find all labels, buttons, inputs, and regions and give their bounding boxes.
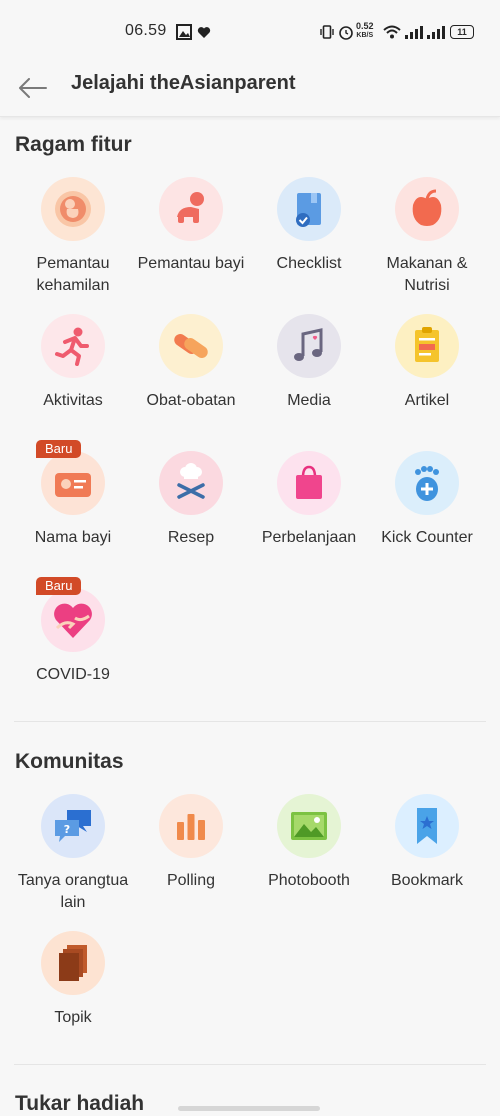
section-title-ragam-fitur: Ragam fitur	[15, 133, 132, 156]
community-label: Tanya orangtua lain	[17, 872, 129, 911]
net-speed-value: 0.52	[356, 21, 374, 31]
community-polling[interactable]: Polling	[132, 785, 250, 922]
section-title-tukar-hadiah: Tukar hadiah	[15, 1092, 145, 1115]
back-button[interactable]	[16, 71, 50, 105]
new-badge: Baru	[36, 440, 82, 458]
footprint-icon	[395, 451, 459, 515]
community-tanya-orangtua[interactable]: ? Tanya orangtua lain	[14, 785, 132, 922]
community-label: Photobooth	[268, 872, 350, 889]
status-bar: 06.59 0.52 KB/S 11	[0, 0, 500, 62]
community-label: Polling	[166, 872, 216, 889]
home-indicator[interactable]	[178, 1106, 320, 1111]
running-icon	[41, 314, 105, 378]
svg-text:?: ?	[64, 823, 70, 836]
new-badge: Baru	[36, 577, 82, 595]
community-label: Bookmark	[390, 872, 464, 889]
battery-level: 11	[457, 27, 467, 37]
feature-pemantau-bayi[interactable]: Pemantau bayi	[132, 168, 250, 305]
community-photobooth[interactable]: Photobooth	[250, 785, 368, 922]
stacked-pages-icon	[41, 931, 105, 995]
back-arrow-icon	[19, 78, 47, 98]
feature-grid: Pemantau kehamilan Pemantau bayi Checkli…	[14, 168, 486, 716]
vibrate-icon	[320, 25, 334, 39]
chat-question-icon: ?	[41, 794, 105, 858]
community-topik[interactable]: Topik	[14, 922, 132, 1059]
feature-label: Perbelanjaan	[261, 529, 357, 546]
feature-media[interactable]: Media	[250, 305, 368, 442]
heart-hands-icon	[41, 588, 105, 652]
community-grid: ? Tanya orangtua lain Polling Photobooth	[14, 785, 486, 1059]
apple-icon	[395, 177, 459, 241]
feature-aktivitas[interactable]: Aktivitas	[14, 305, 132, 442]
chef-icon	[159, 451, 223, 515]
feature-checklist[interactable]: Checklist	[250, 168, 368, 305]
feature-label: Kick Counter	[381, 529, 473, 546]
feature-label: Checklist	[276, 255, 342, 272]
fetus-icon	[41, 177, 105, 241]
music-note-icon	[277, 314, 341, 378]
alarm-icon	[339, 26, 353, 40]
wifi-icon	[383, 25, 401, 39]
shopping-bag-icon	[277, 451, 341, 515]
page-title: Jelajahi theAsianparent	[71, 72, 296, 94]
feature-label: Obat-obatan	[146, 392, 236, 409]
signal-icon-2	[427, 26, 445, 39]
app-header: Jelajahi theAsianparent	[0, 62, 500, 117]
net-speed: 0.52 KB/S	[356, 22, 374, 40]
status-time: 06.59	[125, 22, 167, 39]
community-label: Topik	[54, 1009, 92, 1026]
name-badge-icon	[41, 451, 105, 515]
image-icon	[277, 794, 341, 858]
community-bookmark[interactable]: Bookmark	[368, 785, 486, 922]
battery-icon: 11	[450, 25, 474, 39]
feature-perbelanjaan[interactable]: Perbelanjaan	[250, 442, 368, 579]
feature-label: Resep	[167, 529, 215, 546]
feature-resep[interactable]: Resep	[132, 442, 250, 579]
heart-icon	[197, 27, 211, 38]
feature-label: Artikel	[404, 392, 450, 409]
section-divider	[14, 1064, 486, 1065]
checklist-icon	[277, 177, 341, 241]
feature-label: COVID-19	[36, 666, 110, 683]
crawling-baby-icon	[159, 177, 223, 241]
feature-label: Media	[287, 392, 331, 409]
pill-icon	[159, 314, 223, 378]
feature-obat-obatan[interactable]: Obat-obatan	[132, 305, 250, 442]
feature-kick-counter[interactable]: Kick Counter	[368, 442, 486, 579]
bookmark-icon	[395, 794, 459, 858]
section-divider	[14, 721, 486, 722]
signal-icon	[405, 26, 423, 39]
feature-pemantau-kehamilan[interactable]: Pemantau kehamilan	[14, 168, 132, 305]
feature-label: Pemantau bayi	[137, 255, 245, 272]
gallery-icon	[176, 24, 192, 40]
feature-label: Pemantau kehamilan	[36, 255, 110, 294]
feature-label: Nama bayi	[34, 529, 112, 546]
feature-covid-19[interactable]: Baru COVID-19	[14, 577, 132, 716]
feature-artikel[interactable]: Artikel	[368, 305, 486, 442]
section-title-komunitas: Komunitas	[15, 750, 124, 773]
feature-nama-bayi[interactable]: Baru Nama bayi	[14, 440, 132, 579]
feature-label: Aktivitas	[43, 392, 103, 409]
net-speed-unit: KB/S	[356, 32, 374, 39]
feature-label: Makanan & Nutrisi	[386, 255, 468, 294]
bar-chart-icon	[159, 794, 223, 858]
feature-makanan-nutrisi[interactable]: Makanan & Nutrisi	[368, 168, 486, 305]
clipboard-icon	[395, 314, 459, 378]
